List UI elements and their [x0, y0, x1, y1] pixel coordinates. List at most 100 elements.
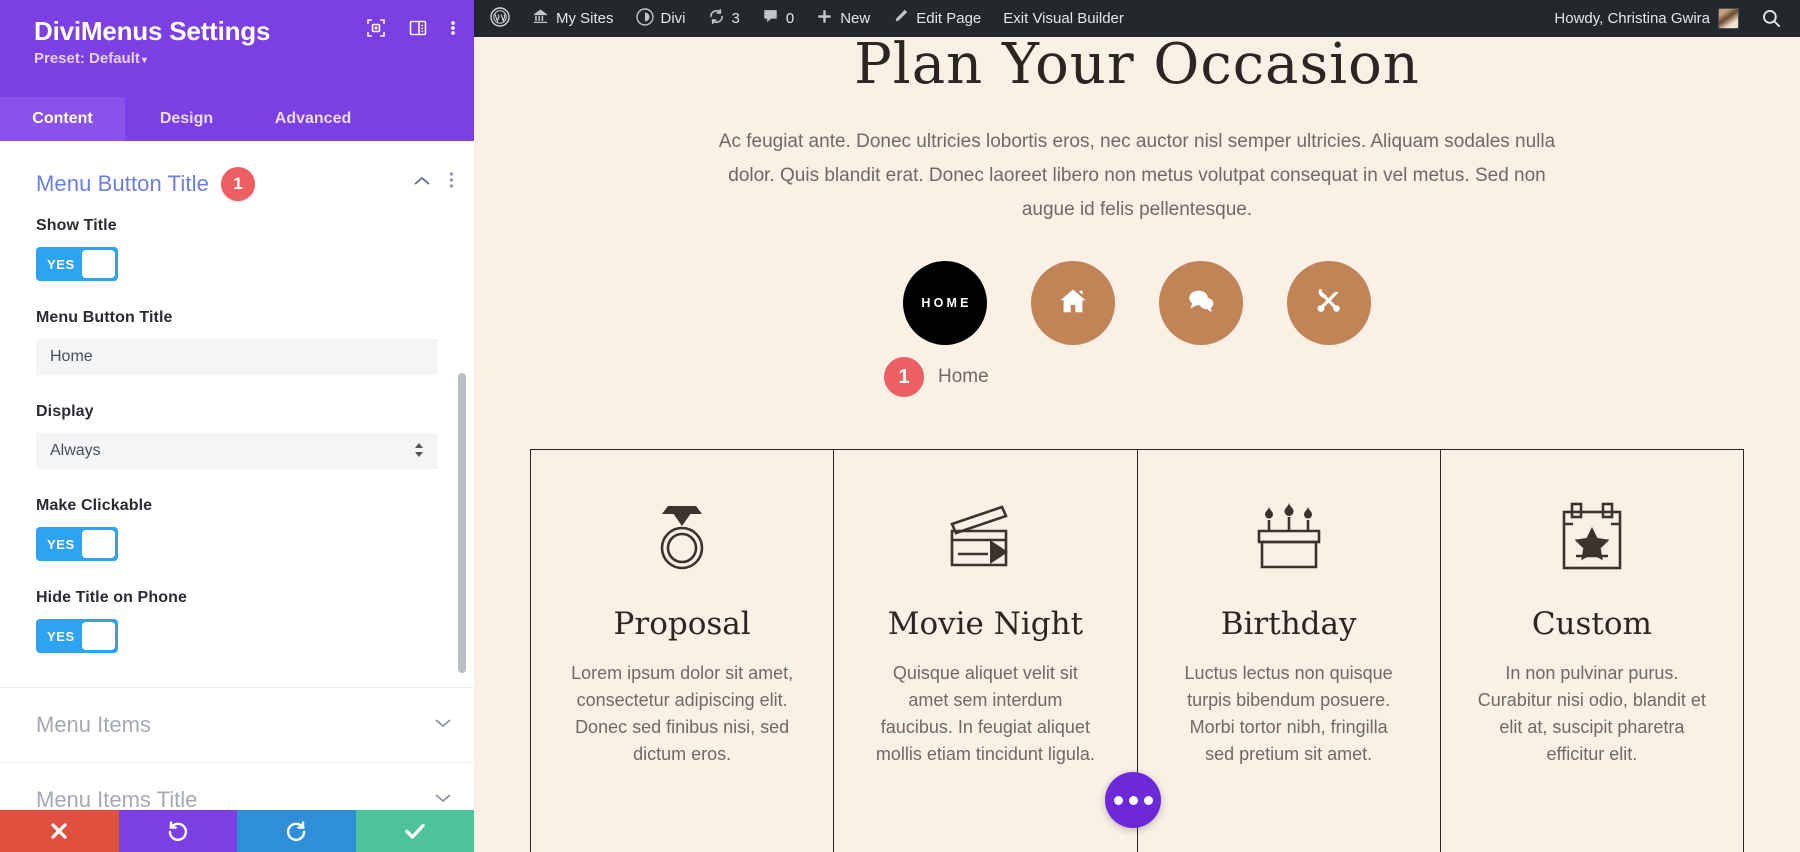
field-label: Hide Title on Phone: [36, 589, 187, 606]
card-text: In non pulvinar purus. Curabitur nisi od…: [1477, 663, 1706, 764]
divi-menu[interactable]: Divi: [625, 0, 697, 37]
menu-button-chat[interactable]: [1159, 261, 1243, 345]
clapperboard-icon: [944, 486, 1026, 590]
updates-icon: [708, 8, 725, 29]
divi-icon: [635, 7, 654, 30]
kebab-menu-icon[interactable]: [449, 171, 454, 194]
tab-content[interactable]: Content: [0, 97, 125, 141]
ellipsis-icon: [1143, 795, 1153, 805]
field-display: Display Always: [0, 395, 474, 469]
hide-title-on-phone-toggle[interactable]: YES: [36, 619, 118, 653]
chevron-down-icon: ▾: [141, 55, 147, 66]
group-menu-items-title[interactable]: Menu Items Title: [0, 762, 474, 810]
menu-button-house[interactable]: [1031, 261, 1115, 345]
chevron-up-icon[interactable]: [413, 174, 431, 192]
card-proposal[interactable]: Proposal Lorem ipsum dolor sit amet, con…: [531, 450, 835, 852]
display-select[interactable]: Always: [36, 433, 438, 469]
kebab-menu-icon[interactable]: [450, 18, 456, 38]
field-show-title: Show Title YES: [0, 209, 474, 281]
pencil-icon: [892, 8, 909, 29]
field-make-clickable: Make Clickable YES: [0, 489, 474, 561]
field-label: Menu Button Title: [36, 309, 173, 326]
save-button[interactable]: [355, 810, 474, 852]
search-icon[interactable]: [1751, 8, 1800, 29]
edit-page-label: Edit Page: [916, 10, 982, 27]
scrollbar-thumb[interactable]: [458, 373, 466, 673]
updates-count: 3: [731, 10, 740, 27]
tab-design[interactable]: Design: [125, 97, 248, 141]
exit-visual-builder-label: Exit Visual Builder: [1003, 10, 1124, 27]
settings-scrollbar[interactable]: [458, 141, 470, 810]
toggle-value: YES: [47, 256, 75, 272]
group-title: Menu Items: [36, 712, 151, 737]
updates-menu[interactable]: 3: [697, 0, 751, 37]
tools-icon: [1310, 282, 1348, 325]
card-title: Birthday: [1220, 606, 1357, 642]
group-menu-items[interactable]: Menu Items: [0, 687, 474, 762]
menu-button-home[interactable]: HOME: [903, 261, 987, 345]
show-title-toggle[interactable]: YES: [36, 247, 118, 281]
group-title: Menu Items Title: [36, 787, 198, 810]
card-custom[interactable]: Custom In non pulvinar purus. Curabitur …: [1441, 450, 1743, 852]
plus-icon: [816, 8, 833, 29]
edit-page-menu[interactable]: Edit Page: [881, 0, 992, 37]
chevron-down-icon: [434, 716, 452, 734]
my-sites-menu[interactable]: My Sites: [521, 0, 625, 37]
card-text: Quisque aliquet velit sit amet sem inter…: [875, 663, 1095, 764]
comments-menu[interactable]: 0: [751, 0, 805, 37]
menu-button-tools[interactable]: [1287, 261, 1371, 345]
house-icon: [1054, 282, 1092, 325]
field-label: Make Clickable: [36, 497, 153, 514]
exit-visual-builder[interactable]: Exit Visual Builder: [992, 0, 1135, 37]
field-label: Display: [36, 403, 94, 420]
settings-header: DiviMenus Settings Preset: Default ▾: [0, 0, 474, 97]
redo-button[interactable]: [237, 810, 356, 852]
menu-item-label: Home: [938, 366, 989, 387]
make-clickable-toggle[interactable]: YES: [36, 527, 118, 561]
birthday-cake-icon: [1249, 486, 1329, 590]
page-heading: Plan Your Occasion: [854, 37, 1420, 97]
layout-icon[interactable]: [408, 18, 428, 38]
howdy-label: Howdy, Christina Gwira: [1554, 10, 1710, 27]
divimenus-settings-panel: DiviMenus Settings Preset: Default ▾ Con…: [0, 0, 474, 852]
card-title: Movie Night: [887, 606, 1084, 642]
settings-tabs: Content Design Advanced: [0, 97, 474, 141]
wordpress-logo[interactable]: [474, 0, 521, 37]
status-badge: 1: [220, 167, 255, 201]
group-menu-button-title[interactable]: Menu Button Title 1: [0, 141, 474, 209]
settings-scroll-content: Menu Button Title 1 Show Title YES Menu …: [0, 141, 474, 810]
page-subheading: Ac feugiat ante. Donec ultricies loborti…: [718, 131, 1556, 220]
card-birthday[interactable]: Birthday Luctus lectus non quisque turpi…: [1138, 450, 1441, 852]
menu-button-title-input[interactable]: Home: [36, 339, 438, 375]
card-title: Proposal: [613, 606, 751, 642]
focus-icon[interactable]: [366, 18, 386, 38]
card-title: Custom: [1531, 606, 1652, 642]
status-badge: 1: [884, 357, 924, 397]
toggle-knob: [81, 622, 115, 650]
group-head-actions: [413, 171, 454, 194]
toggle-value: YES: [47, 628, 75, 644]
settings-footer: [0, 810, 474, 852]
howdy-menu[interactable]: Howdy, Christina Gwira: [1542, 8, 1751, 29]
chat-bubble-icon: [1182, 282, 1220, 325]
divi-label: Divi: [660, 10, 686, 27]
my-sites-label: My Sites: [556, 10, 614, 27]
settings-body: Menu Button Title 1 Show Title YES Menu …: [0, 141, 474, 810]
tab-advanced[interactable]: Advanced: [248, 97, 378, 141]
new-menu[interactable]: New: [805, 0, 881, 37]
settings-header-icons: [366, 18, 456, 38]
more-options-fab[interactable]: [1105, 772, 1161, 828]
ellipsis-icon: [1128, 795, 1138, 805]
card-movie-night[interactable]: Movie Night Quisque aliquet velit sit am…: [834, 450, 1138, 852]
preset-selector[interactable]: Preset: Default ▾: [34, 50, 452, 67]
field-menu-button-title: Menu Button Title Home: [0, 301, 474, 375]
field-hide-title-on-phone: Hide Title on Phone YES: [0, 581, 474, 653]
toggle-knob: [81, 250, 115, 278]
screen-root: DiviMenus Settings Preset: Default ▾ Con…: [0, 0, 1800, 852]
visual-builder-canvas: Plan Your Occasion Ac feugiat ante. Done…: [474, 37, 1800, 852]
cancel-button[interactable]: [0, 810, 119, 852]
new-label: New: [840, 10, 871, 27]
undo-button[interactable]: [118, 810, 237, 852]
diamond-ring-icon: [646, 486, 718, 590]
divimenus-item-label-row: 1 Home: [474, 357, 1800, 397]
